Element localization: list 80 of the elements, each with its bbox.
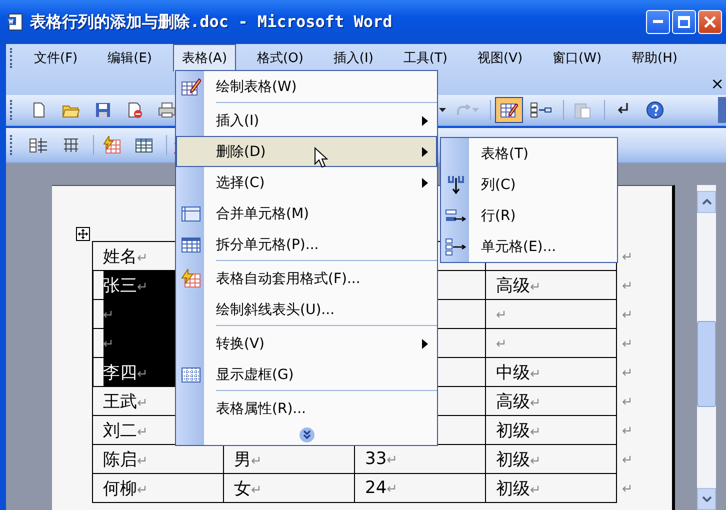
row-end-mark: ↵	[622, 453, 633, 468]
close-document-button[interactable]: ×	[708, 74, 726, 93]
gridlines-icon	[181, 366, 201, 384]
tables-and-borders-button[interactable]	[495, 97, 523, 123]
menu-item[interactable]: 删除(D)	[176, 136, 437, 167]
submenu-arrow-icon	[422, 146, 428, 156]
menu-item[interactable]: 表格(A)	[172, 44, 236, 72]
redo-arrow-icon	[456, 104, 472, 116]
submenu-arrow-icon	[422, 178, 428, 188]
dropdown-caret-icon	[472, 108, 479, 112]
table-cell: 初级↵	[486, 474, 616, 502]
close-button[interactable]	[698, 10, 722, 34]
table-icon	[135, 137, 153, 153]
split-cells-icon	[181, 236, 201, 254]
menu-item[interactable]: 插入(I)	[176, 105, 437, 136]
table-cell: 女↵	[224, 474, 354, 502]
menu-item[interactable]: 行(R)	[441, 200, 617, 231]
menu-item[interactable]: 单元格(E)...	[441, 231, 617, 262]
menu-item[interactable]: 选择(C)	[176, 167, 437, 198]
table-cell: 初级↵	[486, 416, 616, 444]
help-icon	[646, 101, 664, 119]
table-cell: 初级↵	[486, 444, 616, 474]
table-lightning-icon	[181, 268, 201, 288]
row-end-mark: ↵	[622, 366, 633, 381]
scroll-up-button[interactable]	[697, 191, 716, 213]
table-pencil-icon	[500, 101, 518, 119]
menu-item[interactable]: 帮助(H)	[622, 44, 686, 72]
vertical-scrollbar[interactable]	[697, 185, 716, 510]
cell-arrow-icon	[445, 238, 467, 256]
menu-item[interactable]: 视图(V)	[468, 44, 532, 72]
menu-item[interactable]: 文件(F)	[25, 44, 87, 72]
window-title: 表格行列的添加与删除.doc - Microsoft Word	[30, 12, 394, 32]
table-columns-icon	[29, 137, 49, 153]
menu-item[interactable]: 插入(I)	[324, 44, 382, 72]
mouse-pointer-icon	[314, 147, 328, 169]
scroll-thumb[interactable]	[697, 321, 716, 407]
submenu-arrow-icon	[422, 116, 428, 126]
row-end-mark: ↵	[622, 482, 633, 497]
table-cell: 高级↵	[486, 270, 616, 300]
insert-table-rows-icon	[530, 102, 552, 118]
new-document-icon	[31, 102, 47, 118]
menu-item[interactable]: 表格(T)	[441, 138, 617, 169]
row-end-mark: ↵	[622, 395, 633, 410]
table-grid-icon	[62, 137, 80, 153]
column-arrow-icon	[447, 174, 465, 194]
table-cell: 中级↵	[486, 358, 616, 386]
row-end-mark: ↵	[622, 337, 633, 352]
scroll-down-button[interactable]	[697, 488, 716, 510]
close-icon	[704, 16, 716, 28]
table-lightning-icon	[103, 136, 121, 154]
dropdown-caret-icon	[438, 108, 446, 112]
document-icon	[6, 13, 24, 31]
expand-chevron-icon[interactable]	[298, 426, 314, 442]
maximize-icon	[678, 16, 690, 28]
row-end-mark: ↵	[622, 308, 633, 323]
table-cell: 24↵	[354, 474, 486, 502]
row-end-mark: ↵	[622, 250, 633, 265]
submenu-arrow-icon	[422, 338, 428, 348]
menu-item[interactable]: 窗口(W)	[544, 44, 611, 72]
document-stop-icon	[127, 102, 143, 118]
minimize-icon	[653, 20, 663, 24]
minimize-button[interactable]	[646, 10, 670, 34]
merge-cells-icon	[181, 204, 201, 222]
menu-item[interactable]: 绘制表格(W)	[176, 71, 437, 102]
row-end-mark: ↵	[622, 279, 633, 294]
menu-item[interactable]: 列(C)	[441, 169, 617, 200]
menu-item[interactable]: 合并单元格(M)	[176, 198, 437, 229]
table-cell: ↵	[486, 300, 616, 328]
table-cell: 何柳↵	[92, 474, 224, 502]
row-end-mark: ↵	[622, 424, 633, 439]
clipboard-icon	[573, 101, 591, 119]
menu-item[interactable]: 格式(O)	[248, 44, 312, 72]
table-cell: 高级↵	[486, 386, 616, 416]
row-arrow-icon	[445, 208, 467, 224]
table-move-handle-icon[interactable]	[76, 227, 90, 241]
maximize-button[interactable]	[672, 10, 696, 34]
table-pencil-icon	[181, 76, 201, 96]
menu-item[interactable]: 工具(T)	[394, 44, 456, 72]
table-cell: ↵	[486, 328, 616, 358]
menu-item[interactable]: 编辑(E)	[98, 44, 161, 72]
